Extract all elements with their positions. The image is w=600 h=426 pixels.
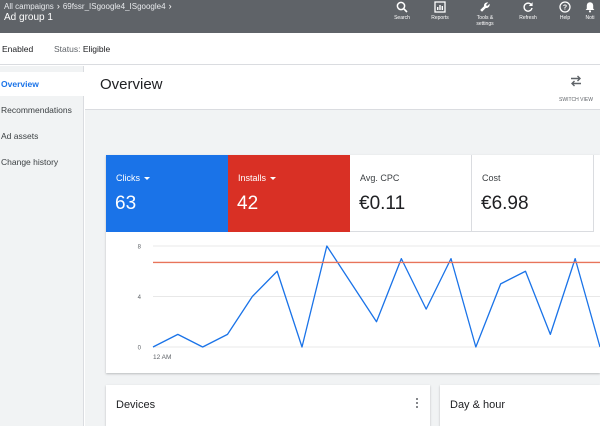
y-tick-label-8: 8 <box>138 245 142 251</box>
help-icon: ? <box>559 1 571 13</box>
breadcrumb-all-campaigns[interactable]: All campaigns <box>4 2 54 11</box>
metric-cost-label: Cost <box>482 173 501 183</box>
wrench-icon <box>480 2 490 12</box>
y-tick-label-0: 0 <box>138 346 142 352</box>
sidebar-item-overview[interactable]: Overview <box>0 72 84 96</box>
metric-avg-cpc[interactable]: Avg. CPC €0.11 <box>350 155 472 232</box>
search-label: Search <box>394 15 410 21</box>
x-tick-label: 12 AM <box>153 354 171 361</box>
swap-icon <box>571 75 581 87</box>
svg-text:?: ? <box>563 5 567 12</box>
metric-cost[interactable]: Cost €6.98 <box>472 155 594 232</box>
page-header: Overview SWITCH VIEW <box>85 66 600 110</box>
reports-icon <box>434 1 446 13</box>
ad-group-title[interactable]: Ad group 1 <box>4 12 53 23</box>
chevron-right-icon: › <box>56 1 60 11</box>
metric-installs-header: Installs <box>238 173 277 183</box>
y-tick-label-4: 4 <box>138 295 142 301</box>
metric-cost-value: €6.98 <box>481 193 529 214</box>
dropdown-caret-icon <box>270 176 277 180</box>
metric-installs[interactable]: Installs 42 <box>228 155 350 232</box>
reports-label: Reports <box>431 15 449 21</box>
more-vert-icon[interactable] <box>414 398 420 412</box>
metric-clicks-value: 63 <box>115 193 137 214</box>
top-bar: All campaigns › 69fssr_ISgoogle4_ISgoogl… <box>0 0 600 33</box>
refresh-icon <box>523 2 533 12</box>
breadcrumb-campaign[interactable]: 69fssr_ISgoogle4_ISgoogle4 <box>63 2 166 11</box>
search-icon <box>396 1 408 13</box>
help-label: Help <box>559 15 571 21</box>
devices-card: Devices <box>106 385 430 426</box>
refresh-button[interactable]: Refresh <box>508 1 548 21</box>
enabled-status[interactable]: Enabled <box>2 44 33 54</box>
status-value: Eligible <box>82 44 111 54</box>
sidebar-item-change-history[interactable]: Change history <box>0 150 84 174</box>
switch-view-label: SWITCH VIEW <box>559 97 593 103</box>
devices-card-title: Devices <box>116 399 156 411</box>
chevron-right-icon: › <box>168 1 172 11</box>
day-hour-card-title: Day & hour <box>450 399 506 411</box>
metric-clicks-label: Clicks <box>116 173 140 183</box>
bell-icon <box>585 2 595 13</box>
eligibility-status: Status: Eligible <box>54 44 110 54</box>
metric-clicks-header: Clicks <box>116 173 150 183</box>
metric-avg-cpc-value: €0.11 <box>359 193 406 214</box>
sidebar: Overview Recommendations Ad assets Chang… <box>0 66 84 426</box>
reports-button[interactable]: Reports <box>420 1 460 21</box>
refresh-label: Refresh <box>519 15 537 21</box>
search-button[interactable]: Search <box>382 1 422 21</box>
metric-clicks[interactable]: Clicks 63 <box>106 155 228 232</box>
performance-line-chart: 0 4 8 12 AM <box>138 245 600 361</box>
tools-settings-button[interactable]: Tools & settings <box>465 1 505 27</box>
help-button[interactable]: ? Help <box>545 1 585 21</box>
metric-installs-value: 42 <box>237 193 259 214</box>
status-bar: Enabled Status: Eligible <box>0 33 600 65</box>
page-title: Overview <box>100 76 163 93</box>
notifications-label: Noti <box>585 15 595 21</box>
status-label: Status: <box>54 44 81 54</box>
breadcrumb: All campaigns › 69fssr_ISgoogle4_ISgoogl… <box>4 1 172 11</box>
metric-avg-cpc-label: Avg. CPC <box>360 173 400 183</box>
notifications-button[interactable]: Noti <box>580 1 600 21</box>
sidebar-item-recommendations[interactable]: Recommendations <box>0 98 84 122</box>
sidebar-item-ad-assets[interactable]: Ad assets <box>0 124 84 148</box>
switch-view-button[interactable]: SWITCH VIEW <box>554 74 598 103</box>
metric-installs-label: Installs <box>238 173 267 183</box>
dropdown-caret-icon <box>144 176 150 180</box>
tools-settings-label: Tools & settings <box>476 15 494 27</box>
day-hour-card: Day & hour <box>440 385 600 426</box>
